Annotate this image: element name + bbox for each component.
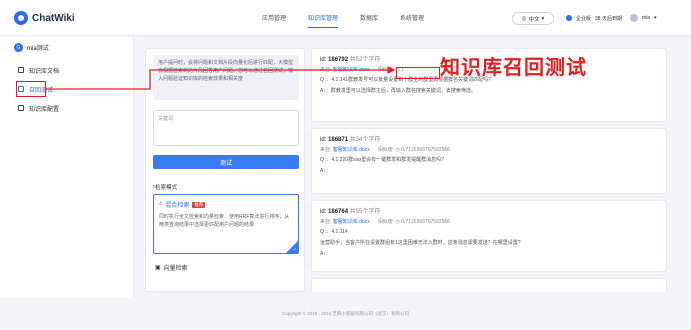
- app-name: ChatWiki: [32, 12, 75, 24]
- nav-system-manage[interactable]: 系统管理: [400, 13, 424, 28]
- result-card[interactable]: [311, 278, 667, 292]
- expiry-text: 38 天后到期: [595, 15, 622, 22]
- result-meta: 来自: 客服知识库.docx 相似度: ◷ 0.7126566767692566: [320, 219, 450, 225]
- result-meta: 来自: 客服知识库.docx 相似度: ◷ 0.7126566767692566: [320, 147, 450, 153]
- source-link[interactable]: 客服知识库.docx: [333, 67, 370, 73]
- score-label: 相似度:: [377, 147, 395, 153]
- test-button[interactable]: 测试: [153, 155, 299, 169]
- mode-card-header: ⌕ 混合检索 推荐: [159, 200, 293, 209]
- logo-icon: [14, 11, 28, 25]
- source-link[interactable]: 客服知识库.docx: [333, 219, 370, 225]
- result-id: 186764: [328, 209, 349, 215]
- source-label: 来自:: [320, 67, 332, 73]
- result-card[interactable]: id: 186764 共55个字符 来自: 客服知识库.docx 相似度: ◷ …: [311, 200, 667, 272]
- mode-title: 混合检索: [165, 203, 190, 209]
- score-value: 0.7126566767692566: [401, 219, 450, 225]
- kb-title: G mia测试: [14, 43, 49, 52]
- mode-card-vector[interactable]: ▣ 向量检索: [155, 263, 188, 272]
- result-extra: 运营助手，当客户所在设置群组有1这里困难无法入群时，这条消息需要发送？在哪里设置…: [320, 240, 521, 246]
- username[interactable]: mia: [642, 15, 650, 21]
- app-logo[interactable]: ChatWiki: [14, 11, 75, 25]
- nav-kb-manage[interactable]: 知识库管理: [308, 13, 339, 28]
- char-count: 共55个字符: [349, 209, 381, 215]
- sidebar: G mia测试 知识库文档 召回测试 知识库配置: [0, 37, 134, 298]
- source-label: 来自:: [320, 147, 332, 153]
- language-selector[interactable]: ◎ 中文 ▾: [512, 12, 554, 25]
- vector-icon: ▣: [155, 265, 161, 271]
- search-mode-label: *检索模式: [153, 183, 177, 191]
- recall-description: 用户提问时，会将问题和文档片段向量化后进行匹配，大模型会根据检索到的片段回答用户…: [153, 55, 299, 100]
- sidebar-item-label: 知识库配置: [29, 106, 60, 113]
- nav-app-manage[interactable]: 应用管理: [262, 13, 286, 28]
- query-input[interactable]: 关键词: [153, 110, 299, 146]
- avatar[interactable]: [629, 14, 638, 22]
- search-icon: ⌕: [159, 201, 163, 207]
- score-value: 0.7126566767692566: [401, 147, 450, 153]
- mode-card-hybrid[interactable]: ⌕ 混合检索 推荐 同时执行全文检索和向量检索，使用RRF算法进行排序，从两类查…: [153, 194, 299, 254]
- sidebar-item-documents[interactable]: 知识库文档: [18, 63, 128, 77]
- account-area: 企业版 38 天后到期 mia ▾: [566, 14, 657, 22]
- results-list: id: 186792 共52个字符 来自: 客服知识库.docx 相似度: ◷ …: [311, 48, 667, 292]
- id-label: id:: [320, 57, 327, 63]
- annotation-title: 知识库召回测试: [440, 55, 587, 79]
- search-mode-text: 检索模式: [155, 185, 178, 191]
- id-label: id:: [320, 209, 327, 215]
- result-answer: A：：群教发里可以选择群主后，再输入群名搜索关键词，去搜索筛选。: [320, 88, 476, 94]
- kb-icon: G: [14, 43, 23, 52]
- id-label: id:: [320, 137, 327, 143]
- source-link[interactable]: 客服知识库.docx: [333, 147, 370, 153]
- mode-title: 向量检索: [163, 266, 188, 272]
- sidebar-item-kb-config[interactable]: 知识库配置: [18, 101, 128, 115]
- kb-name: mia测试: [27, 46, 49, 52]
- result-answer: A：：: [320, 251, 331, 257]
- result-card[interactable]: id: 186871 共34个字符 来自: 客服知识库.docx 相似度: ◷ …: [311, 128, 667, 194]
- result-question: Q：：4.1.220群sop里会有一键群发和群发提醒群消息吗?: [320, 157, 444, 163]
- sidebar-highlight-box: [16, 81, 46, 97]
- plan-label: 企业版: [576, 15, 592, 22]
- result-id-line: id: 186871 共34个字符: [320, 134, 658, 143]
- chevron-down-icon[interactable]: ▾: [654, 15, 657, 21]
- sidebar-item-label: 知识库文档: [29, 68, 60, 75]
- mode-description: 同时执行全文检索和向量检索，使用RRF算法进行排序，从两类查询结果中选择更匹配用…: [159, 214, 290, 228]
- result-id-line: id: 186764 共55个字符: [320, 206, 658, 215]
- char-count: 共34个字符: [349, 137, 381, 143]
- char-count: 共52个字符: [349, 57, 381, 63]
- chevron-down-icon: ▾: [541, 15, 545, 22]
- language-label: 中文: [528, 16, 540, 23]
- result-question: Q：：4.1.114: [320, 229, 348, 235]
- result-id: 186792: [328, 57, 349, 63]
- score-label: 相似度:: [377, 219, 395, 225]
- score-highlight-box: [396, 67, 440, 79]
- plan-icon: [566, 15, 572, 21]
- nav-database[interactable]: 数据库: [360, 13, 378, 28]
- document-icon: [18, 67, 24, 73]
- footer: Copyright © 2019 - 2024 芝麻小客服有限公司（武汉）有限公…: [282, 311, 409, 316]
- top-navbar: ChatWiki 应用管理 知识库管理 数据库 系统管理 ◎ 中文 ▾ 企业版 …: [0, 0, 691, 36]
- score-label: 相似度:: [377, 67, 395, 73]
- result-id: 186871: [328, 137, 349, 143]
- check-icon: ✓: [292, 247, 297, 253]
- recommend-badge: 推荐: [192, 201, 206, 208]
- globe-icon: ◎: [521, 15, 527, 22]
- main-nav: 应用管理 知识库管理 数据库 系统管理: [262, 13, 424, 28]
- source-label: 来自:: [320, 219, 332, 225]
- settings-icon: [18, 105, 24, 111]
- result-answer: A：：: [320, 168, 331, 174]
